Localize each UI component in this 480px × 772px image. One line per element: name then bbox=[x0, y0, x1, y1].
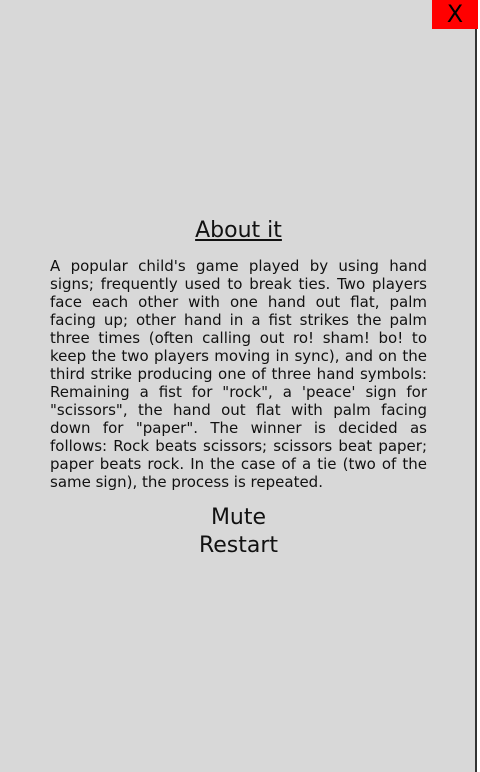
restart-button[interactable]: Restart bbox=[50, 532, 427, 560]
menu-options: Mute Restart bbox=[50, 504, 427, 560]
mute-button[interactable]: Mute bbox=[50, 504, 427, 532]
close-button[interactable]: X bbox=[432, 0, 478, 29]
about-section: About it A popular child's game played b… bbox=[50, 215, 427, 560]
about-title: About it bbox=[195, 218, 282, 243]
side-menu-panel: X About it A popular child's game played… bbox=[0, 0, 478, 772]
about-text: A popular child's game played by using h… bbox=[50, 257, 427, 491]
